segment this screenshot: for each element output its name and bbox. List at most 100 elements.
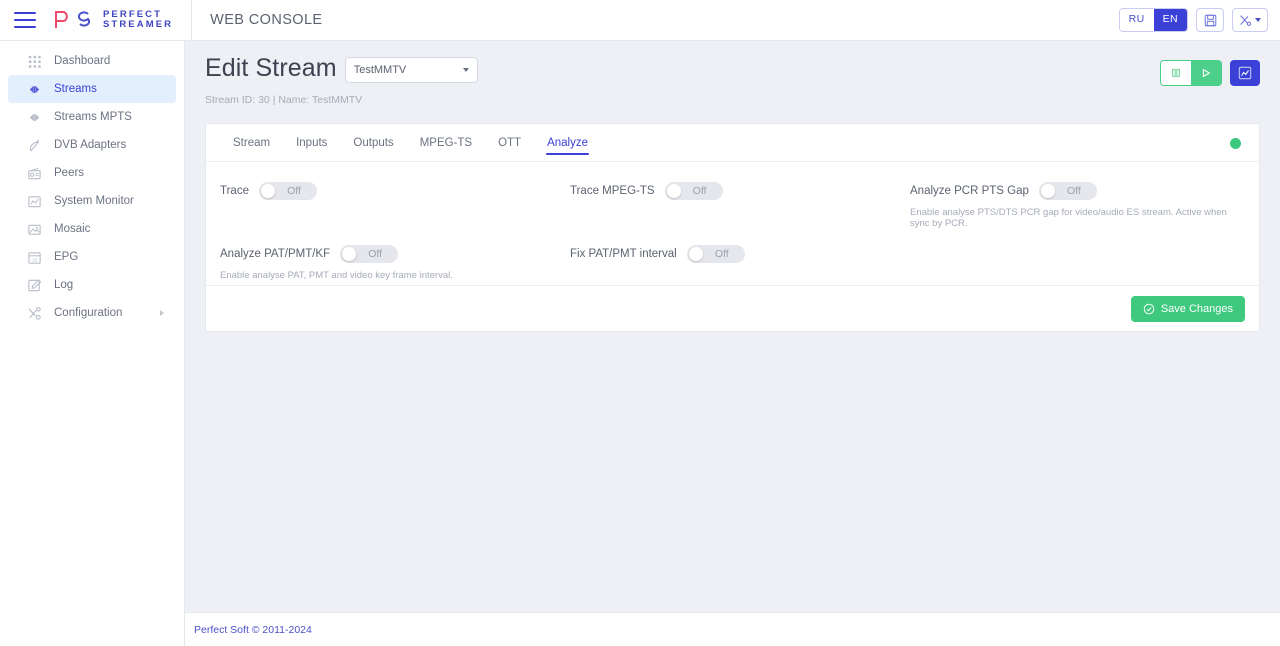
console-title: WEB CONSOLE: [210, 12, 323, 28]
sidebar-item-streams[interactable]: Streams: [8, 75, 176, 103]
analyze-settings-card: Stream Inputs Outputs MPEG-TS OTT Analyze Tra…: [205, 123, 1260, 332]
field-analyze-pcr-pts-gap: Analyze PCR PTS Gap Off Enable analyse PTS…: [910, 182, 1245, 229]
toggle-knob: [1040, 184, 1055, 198]
play-button[interactable]: [1191, 61, 1221, 85]
save-changes-button[interactable]: Save Changes: [1130, 295, 1245, 322]
toggle-knob: [666, 184, 681, 198]
tab-mpeg-ts[interactable]: MPEG-TS: [407, 124, 485, 162]
streams-icon: [29, 113, 39, 121]
streams-icon: [26, 81, 42, 97]
hamburger-icon[interactable]: [14, 12, 36, 28]
page-header: Edit Stream TestMMTV Stream ID: 30 | Nam…: [185, 41, 1280, 106]
language-switcher[interactable]: RU EN: [1118, 8, 1188, 32]
check-circle-icon: [1143, 303, 1155, 314]
chart-line-icon: [1238, 66, 1252, 80]
top-bar: PERFECT STREAMER WEB CONSOLE RU EN: [0, 0, 1280, 41]
sidebar-item-epg[interactable]: 15 EPG: [8, 243, 176, 271]
image-icon: [26, 221, 42, 237]
streams-icon: [29, 85, 39, 93]
sidebar-item-label: Peers: [54, 167, 85, 179]
toggle-switch[interactable]: Off: [1038, 182, 1097, 200]
field-fix-pat-pmt-interval: Fix PAT/PMT interval Off: [570, 245, 910, 281]
sidebar-item-label: EPG: [54, 251, 79, 263]
tab-outputs[interactable]: Outputs: [340, 124, 406, 162]
sidebar-item-log[interactable]: Log: [8, 271, 176, 299]
brand-logo[interactable]: PERFECT STREAMER: [52, 9, 173, 31]
field-label: Analyze PAT/PMT/KF: [220, 248, 331, 260]
radio-icon: [27, 167, 41, 179]
ps-logo-icon: [55, 11, 91, 28]
sidebar-item-label: DVB Adapters: [54, 139, 127, 151]
field-label: Trace: [220, 185, 249, 197]
wrench-icon: [27, 306, 41, 320]
lang-ru-button[interactable]: RU: [1119, 9, 1154, 31]
toggle-switch[interactable]: Off: [340, 245, 399, 263]
field-analyze-pat-pmt-kf: Analyze PAT/PMT/KF Off Enable analyse PAT,…: [220, 245, 570, 281]
field-row: Trace Off: [220, 182, 570, 200]
topbar-actions: RU EN: [1118, 8, 1268, 32]
logo-line-2: STREAMER: [103, 19, 174, 30]
page-title: Edit Stream: [205, 53, 337, 82]
sidebar-item-configuration[interactable]: Configuration: [8, 299, 176, 327]
radio-icon: [26, 165, 42, 181]
sidebar-item-system-monitor[interactable]: System Monitor: [8, 187, 176, 215]
sidebar-item-label: Streams: [54, 83, 97, 95]
sidebar-item-dvb-adapters[interactable]: DVB Adapters: [8, 131, 176, 159]
grid-dots-icon: [28, 55, 41, 68]
floppy-disk-icon: [1204, 14, 1216, 26]
analytics-button[interactable]: [1230, 60, 1260, 86]
tools-menu-button[interactable]: [1232, 8, 1268, 32]
stream-select-value: TestMMTV: [353, 64, 407, 76]
pencil-note-icon: [27, 278, 41, 291]
sidebar-item-peers[interactable]: Peers: [8, 159, 176, 187]
status-dot: [1230, 138, 1241, 149]
field-trace-mpeg-ts: Trace MPEG-TS Off: [570, 182, 910, 229]
field-label: Trace MPEG-TS: [570, 185, 655, 197]
empty-cell: [910, 245, 1245, 281]
tab-analyze[interactable]: Analyze: [534, 124, 601, 162]
stream-select[interactable]: TestMMTV: [344, 57, 478, 83]
field-label: Analyze PCR PTS Gap: [910, 185, 1029, 197]
footer-copyright: Perfect Soft © 2011-2024: [194, 623, 312, 636]
sidebar-item-label: Mosaic: [54, 223, 91, 235]
field-row: Trace MPEG-TS Off: [570, 182, 910, 200]
tab-inputs[interactable]: Inputs: [283, 124, 340, 162]
tab-stream[interactable]: Stream: [220, 124, 283, 162]
chevron-down-icon: [462, 68, 469, 72]
toggle-switch[interactable]: Off: [664, 182, 723, 200]
playback-button-group: [1160, 60, 1222, 86]
svg-text:15: 15: [31, 257, 37, 262]
grid-dots-icon: [26, 53, 42, 69]
chevron-right-icon: [160, 310, 164, 316]
chevron-down-icon: [1255, 18, 1261, 22]
save-config-button[interactable]: [1196, 8, 1224, 32]
field-row: Analyze PAT/PMT/KF Off: [220, 245, 570, 263]
toggle-switch[interactable]: Off: [258, 182, 317, 200]
chart-icon: [26, 193, 42, 209]
lang-en-button[interactable]: EN: [1153, 9, 1187, 31]
pause-icon: [1171, 68, 1181, 78]
sidebar-item-dashboard[interactable]: Dashboard: [8, 47, 176, 75]
field-row: Analyze PCR PTS Gap Off: [910, 182, 1245, 200]
image-icon: [27, 224, 41, 235]
toggle-switch[interactable]: Off: [686, 245, 745, 263]
tools-icon: [1240, 14, 1252, 26]
sidebar-item-label: System Monitor: [54, 195, 134, 207]
sidebar-item-label: Streams MPTS: [54, 111, 132, 123]
toggle-state-label: Off: [287, 185, 301, 197]
toggle-state-label: Off: [368, 248, 383, 260]
sidebar-item-label: Log: [54, 279, 74, 291]
toggle-knob: [260, 184, 275, 198]
sidebar-item-streams-mpts[interactable]: Streams MPTS: [8, 103, 176, 131]
sidebar-item-mosaic[interactable]: Mosaic: [8, 215, 176, 243]
analyze-form: Trace Off Trace MPEG-TS Off Analyze PCR PTS …: [206, 162, 1259, 285]
calendar-icon: 15: [26, 249, 42, 265]
tab-ott[interactable]: OTT: [485, 124, 534, 162]
settings-grid: Trace Off Trace MPEG-TS Off Analyze PCR PTS …: [206, 182, 1259, 281]
play-icon: [1202, 69, 1210, 77]
chart-icon: [27, 195, 41, 207]
toggle-knob: [688, 247, 703, 261]
pause-button[interactable]: [1161, 61, 1191, 85]
toggle-knob: [342, 247, 357, 261]
satellite-icon: [29, 138, 39, 151]
